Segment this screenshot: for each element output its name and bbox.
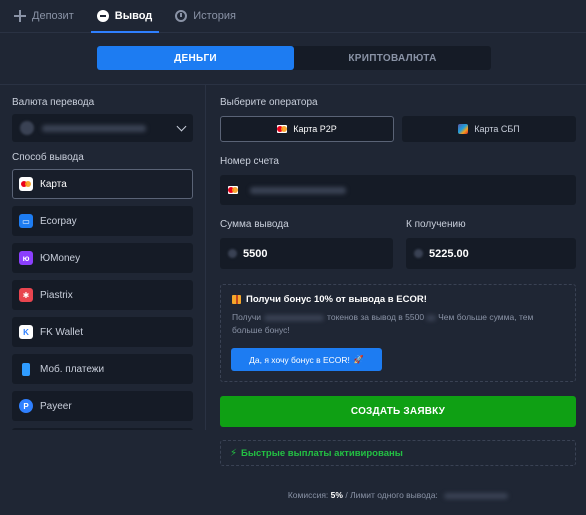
method-mobile[interactable]: Моб. платежи (12, 354, 193, 384)
method-fk-wallet[interactable]: K FK Wallet (12, 317, 193, 347)
gift-icon (232, 295, 241, 304)
operator-row: Карта P2P Карта СБП (220, 116, 576, 142)
footer-commission-label: Комиссия: (287, 490, 329, 500)
method-label-piastrix: Piastrix (40, 289, 73, 301)
plus-icon (14, 10, 26, 22)
column-divider (205, 85, 206, 430)
currency-label: Валюта перевода (12, 97, 95, 108)
tab-history[interactable]: История (161, 0, 245, 32)
bonus-button-label: Да, я хочу бонус в ECOR! (249, 354, 350, 365)
method-label-ecorpay: Ecorpay (40, 215, 77, 227)
mastercard-icon (277, 125, 288, 133)
bonus-accept-button[interactable]: Да, я хочу бонус в ECOR! 🚀 (231, 348, 382, 371)
footer-commission-value: 5% (330, 490, 343, 500)
method-list: Карта ▭ Ecorpay ю ЮMoney ✱ Piastrix K FK… (12, 169, 193, 430)
method-piastrix[interactable]: ✱ Piastrix (12, 280, 193, 310)
operator-card-p2p-label: Карта P2P (293, 124, 337, 134)
account-input[interactable] (220, 175, 576, 205)
divider (0, 84, 586, 85)
rocket-icon: 🚀 (353, 355, 364, 364)
method-ecorpay[interactable]: ▭ Ecorpay (12, 206, 193, 236)
currency-sign-hidden (426, 314, 437, 321)
tab-withdraw[interactable]: Вывод (83, 0, 162, 33)
bonus-amount-hidden (264, 314, 325, 321)
operator-label: Выберите оператора (220, 97, 318, 108)
footer-limit-label: / Лимит одного вывода: (345, 490, 438, 500)
method-label-mobile: Моб. платежи (40, 363, 105, 375)
card-icon (228, 186, 238, 194)
amount-input[interactable]: 5500 (220, 238, 393, 269)
fk-wallet-icon: K (19, 325, 33, 339)
segment-crypto[interactable]: КРИПТОВАЛЮТА (294, 46, 491, 70)
currency-select[interactable] (12, 114, 193, 142)
footer-info: Комиссия: 5% / Лимит одного вывода: (220, 490, 576, 500)
segment-money[interactable]: ДЕНЬГИ (97, 46, 294, 70)
account-value-hidden (250, 186, 346, 194)
bolt-icon: ⚡ (230, 447, 238, 459)
yoomoney-icon: ю (19, 251, 33, 265)
method-more[interactable] (12, 428, 193, 430)
payout-type-segment: ДЕНЬГИ КРИПТОВАЛЮТА (97, 46, 491, 70)
method-label-yoomoney: ЮMoney (40, 252, 81, 264)
receive-label: К получению (406, 219, 466, 230)
method-label-payeer: Payeer (40, 400, 72, 412)
bonus-box: Получи бонус 10% от вывода в ECOR! Получ… (220, 284, 576, 382)
bonus-title: Получи бонус 10% от вывода в ECOR! (246, 294, 427, 305)
operator-card-sbp-label: Карта СБП (474, 124, 520, 134)
fast-payouts-label: Быстрые выплаты активированы (241, 447, 403, 459)
bonus-text: Получи токенов за вывод в 5500 Чем больше … (232, 311, 564, 337)
currency-value-hidden (42, 124, 146, 132)
tab-deposit[interactable]: Депозит (0, 0, 83, 32)
currency-flag-icon (20, 121, 34, 135)
currency-sign-icon (414, 249, 423, 258)
amount-value: 5500 (243, 247, 268, 260)
top-tabs: Депозит Вывод История (0, 0, 586, 33)
create-request-button[interactable]: СОЗДАТЬ ЗАЯВКУ (220, 396, 576, 427)
receive-field: 5225.00 (406, 238, 576, 269)
method-payeer[interactable]: P Payeer (12, 391, 193, 421)
payeer-icon: P (19, 399, 33, 413)
mobile-icon (19, 362, 33, 376)
tab-history-label: История (193, 10, 236, 22)
sbp-icon (458, 124, 469, 134)
minus-circle-icon (96, 10, 109, 22)
clock-icon (175, 10, 188, 22)
bonus-text-b: токенов за вывод в 5500 (327, 312, 425, 322)
tab-deposit-label: Депозит (32, 10, 74, 22)
method-label-fk-wallet: FK Wallet (40, 326, 83, 338)
piastrix-icon: ✱ (19, 288, 33, 302)
method-label: Способ вывода (12, 152, 84, 163)
receive-value: 5225.00 (429, 247, 469, 260)
account-label: Номер счета (220, 156, 279, 167)
footer-limit-hidden (444, 492, 509, 499)
card-icon (19, 177, 33, 191)
bonus-title-row: Получи бонус 10% от вывода в ECOR! (232, 294, 564, 305)
method-yoomoney[interactable]: ю ЮMoney (12, 243, 193, 273)
chevron-down-icon (176, 121, 187, 132)
method-card[interactable]: Карта (12, 169, 193, 199)
tab-withdraw-label: Вывод (114, 10, 153, 22)
amount-label: Сумма вывода (220, 219, 289, 230)
method-label-card: Карта (40, 178, 67, 190)
operator-card-p2p[interactable]: Карта P2P (220, 116, 394, 142)
ecorpay-icon: ▭ (19, 214, 33, 228)
fast-payouts-banner: ⚡ Быстрые выплаты активированы (220, 440, 576, 466)
bonus-text-a: Получи (232, 312, 262, 322)
currency-sign-icon (228, 249, 237, 258)
operator-card-sbp[interactable]: Карта СБП (402, 116, 576, 142)
